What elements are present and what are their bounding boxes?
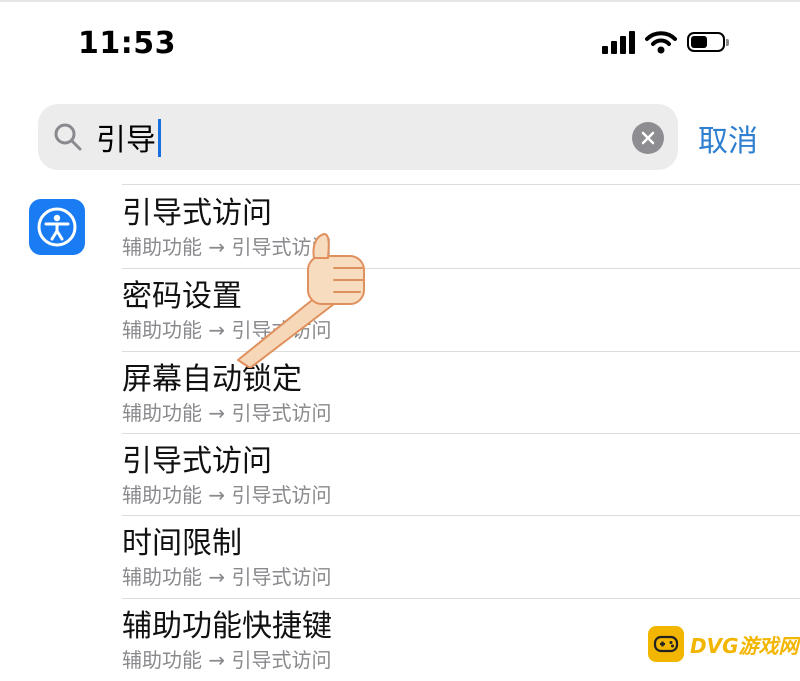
result-title: 时间限制 — [122, 526, 242, 561]
result-title: 辅助功能快捷键 — [122, 609, 332, 644]
cancel-button[interactable]: 取消 — [698, 116, 758, 160]
gamepad-logo-icon — [648, 626, 684, 662]
battery-icon — [687, 32, 729, 52]
result-subtitle: 辅助功能 → 引导式访问 — [122, 648, 332, 672]
search-icon — [54, 123, 82, 151]
result-subtitle: 辅助功能 → 引导式访问 — [122, 565, 332, 589]
search-bar[interactable] — [38, 104, 678, 170]
result-title: 密码设置 — [122, 279, 242, 314]
search-result-item[interactable]: 时间限制 辅助功能 → 引导式访问 — [122, 516, 800, 598]
watermark: DVG游戏网 — [648, 626, 799, 662]
cellular-signal-icon — [602, 30, 635, 54]
thumbs-up-icon — [237, 233, 365, 368]
search-input[interactable] — [96, 112, 596, 162]
search-result-item[interactable]: 密码设置 辅助功能 → 引导式访问 — [122, 269, 800, 351]
search-result-item[interactable]: 引导式访问 辅助功能 → 引导式访问 — [122, 434, 800, 516]
clear-search-icon[interactable] — [632, 122, 664, 154]
status-icons — [602, 30, 729, 54]
watermark-text: DVG游戏网 — [690, 633, 799, 658]
result-title: 引导式访问 — [122, 196, 272, 231]
result-title: 引导式访问 — [122, 444, 272, 479]
status-time: 11:53 — [78, 26, 176, 61]
result-subtitle: 辅助功能 → 引导式访问 — [122, 483, 332, 507]
status-bar: 11:53 — [0, 0, 800, 90]
search-result-item[interactable]: 引导式访问 辅助功能 → 引导式访问 — [122, 186, 800, 268]
divider — [122, 184, 800, 185]
wifi-icon — [645, 31, 677, 54]
text-caret — [158, 119, 161, 157]
search-result-item[interactable]: 屏幕自动锁定 辅助功能 → 引导式访问 — [122, 352, 800, 434]
accessibility-app-icon — [29, 199, 85, 255]
result-subtitle: 辅助功能 → 引导式访问 — [122, 401, 332, 425]
